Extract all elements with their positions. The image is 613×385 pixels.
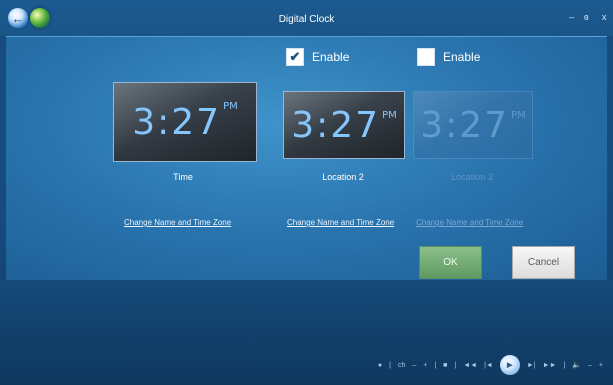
change-timezone-link-location-2[interactable]: Change Name and Time Zone: [287, 218, 394, 227]
volume-down-button[interactable]: –: [588, 362, 592, 369]
separator: |: [563, 361, 566, 369]
fast-forward-icon[interactable]: ►►: [543, 362, 557, 369]
transport-controls: ● | ch – + | ■ | ◄◄ |◄ ► ►| ►► | 🔈 – +: [378, 355, 603, 375]
stop-icon[interactable]: ■: [443, 362, 447, 369]
separator: |: [389, 361, 391, 369]
clock-label-location-2: Location 2: [322, 172, 364, 182]
enable-label: Enable: [443, 50, 481, 64]
channel-down-button[interactable]: –: [412, 362, 416, 369]
volume-up-button[interactable]: +: [599, 362, 603, 369]
top-bar: ← Digital Clock – ɞ x: [0, 0, 613, 36]
checkbox-unchecked-icon[interactable]: [417, 48, 435, 66]
change-timezone-link-time[interactable]: Change Name and Time Zone: [124, 218, 231, 227]
clock-ampm: PM: [382, 110, 397, 121]
clock-ampm: PM: [223, 101, 238, 112]
clock-tile-location-2[interactable]: 3:27 PM: [283, 91, 405, 159]
volume-icon[interactable]: 🔈: [572, 361, 581, 369]
record-icon[interactable]: ●: [378, 362, 382, 369]
rewind-icon[interactable]: ◄◄: [463, 362, 477, 369]
channel-label: ch: [397, 361, 406, 369]
ok-button[interactable]: OK: [419, 246, 482, 279]
cancel-button[interactable]: Cancel: [512, 246, 575, 279]
separator: |: [434, 361, 437, 369]
next-icon[interactable]: ►|: [527, 362, 536, 369]
previous-icon[interactable]: |◄: [484, 362, 493, 369]
clock-label-time: Time: [173, 172, 193, 182]
separator: |: [454, 361, 457, 369]
window-title: Digital Clock: [278, 14, 335, 25]
clock-ampm: PM: [511, 110, 526, 121]
minimize-icon[interactable]: –: [569, 12, 574, 22]
close-icon[interactable]: x: [602, 12, 607, 22]
restore-icon[interactable]: ɞ: [584, 12, 589, 22]
clock-tile-location-3: 3:27 PM: [413, 91, 533, 159]
enable-location-2[interactable]: ✔ Enable: [286, 48, 349, 66]
enable-location-3[interactable]: Enable: [417, 48, 480, 66]
clock-time: 3:27: [420, 104, 510, 146]
enable-label: Enable: [312, 50, 350, 64]
clock-label-location-3: Location 3: [451, 172, 493, 182]
play-icon[interactable]: ►: [499, 355, 520, 375]
clock-time: 3:27: [291, 104, 381, 146]
change-timezone-link-location-3: Change Name and Time Zone: [416, 218, 524, 227]
checkbox-checked-icon[interactable]: ✔: [286, 48, 304, 66]
clock-time: 3:27: [132, 101, 222, 143]
channel-up-button[interactable]: +: [423, 362, 427, 369]
clock-tile-time[interactable]: 3:27 PM: [113, 82, 257, 162]
